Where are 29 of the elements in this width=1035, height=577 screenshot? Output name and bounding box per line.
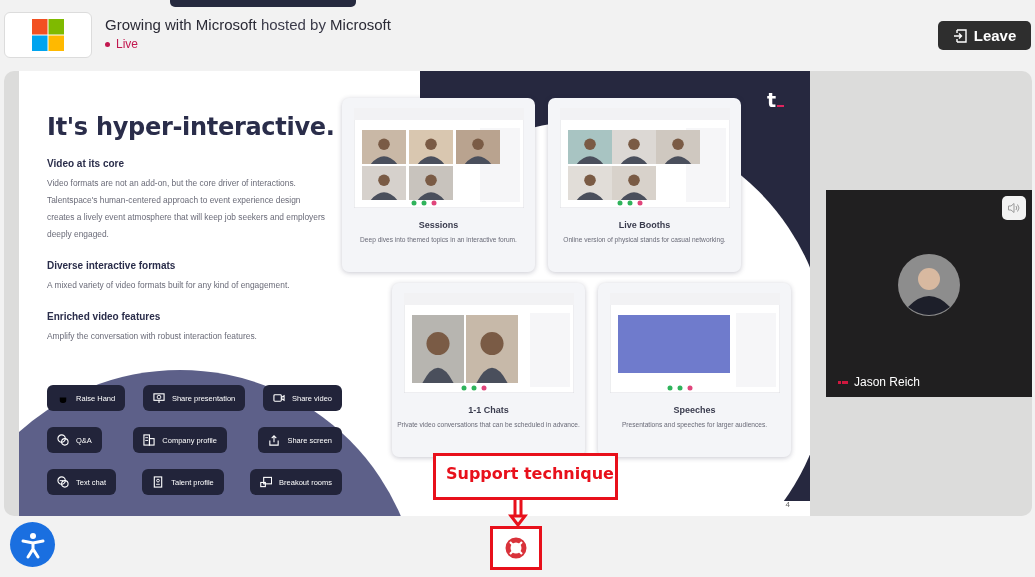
section-text: Video formats are not an add-on, but the core driver of interactions. Talentspace's human-centered approach to event experience design creates a lively event atmosphere that will keep job seekers and employers deeply engaged. bbox=[47, 177, 326, 241]
lifebuoy-icon bbox=[505, 537, 527, 559]
speaker-icon bbox=[1007, 201, 1021, 215]
card-title: Live Booths bbox=[618, 220, 671, 230]
section-title: Video at its core bbox=[47, 158, 126, 169]
avatar-silhouette-icon bbox=[898, 254, 960, 316]
support-callout: Support technique bbox=[433, 453, 618, 500]
card-title: Speeches bbox=[673, 405, 716, 415]
event-title: Growing with Microsoft hosted by Microsoft bbox=[105, 16, 391, 33]
logo-underscore bbox=[777, 105, 784, 107]
card-title: Sessions bbox=[418, 220, 459, 230]
brand-logo: t bbox=[766, 89, 776, 111]
participant-name: Jason Reich bbox=[854, 375, 921, 389]
windows-logo-icon bbox=[32, 19, 64, 51]
card-title: 1-1 Chats bbox=[468, 405, 509, 415]
audio-indicator-icon bbox=[838, 380, 848, 384]
speaker-button[interactable] bbox=[1002, 196, 1026, 220]
accessibility-button[interactable] bbox=[10, 522, 55, 567]
section-title: Diverse interactive formats bbox=[47, 260, 177, 271]
section-text: A mixed variety of video formats built for any kind of engagement. bbox=[47, 279, 291, 292]
section-title: Enriched video features bbox=[47, 311, 162, 322]
callout-arrow bbox=[508, 500, 528, 527]
section-text: Amplify the conversation with robust interaction features. bbox=[47, 330, 258, 343]
live-dot-icon bbox=[105, 41, 110, 47]
live-status: Live bbox=[116, 37, 138, 51]
leave-button[interactable]: Leave bbox=[938, 21, 1031, 50]
exit-icon bbox=[952, 28, 967, 43]
page-number: 4 bbox=[785, 500, 790, 509]
support-button[interactable] bbox=[490, 526, 542, 570]
